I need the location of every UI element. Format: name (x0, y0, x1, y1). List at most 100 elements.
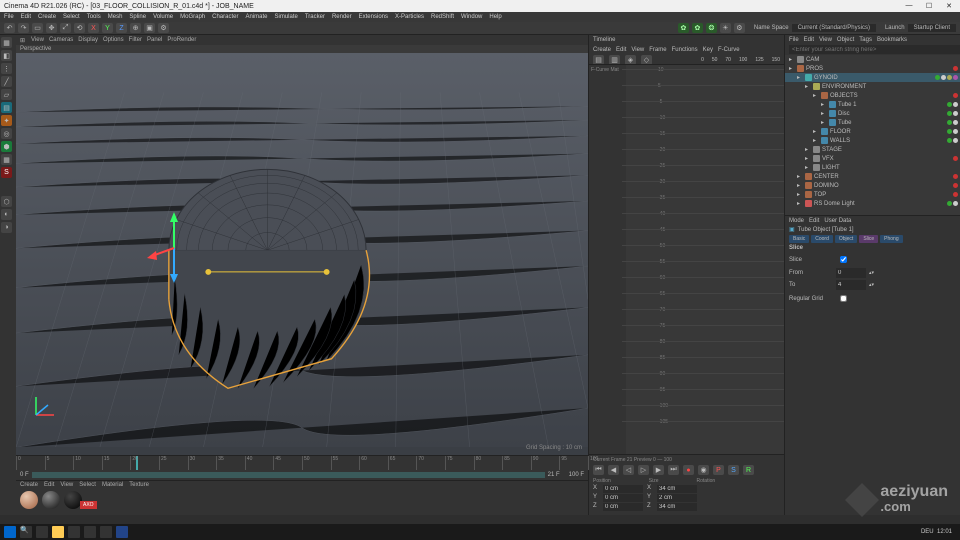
vp-nav-icon[interactable]: ⊞ (20, 37, 25, 44)
obj-row-pros[interactable]: ▸PROS (785, 64, 960, 73)
tag-dot[interactable] (953, 111, 958, 116)
expand-icon[interactable]: ▸ (805, 155, 811, 162)
matmenu-create[interactable]: Create (20, 482, 38, 488)
pos-z[interactable] (603, 503, 643, 511)
fcmenu-frame[interactable]: Frame (649, 47, 666, 53)
slice-checkbox[interactable] (840, 256, 847, 263)
viewport-canvas[interactable]: Grid Spacing : 10 cm (16, 53, 588, 455)
key-r[interactable]: R (743, 465, 754, 475)
tag-dot[interactable] (953, 93, 958, 98)
tag-dot[interactable] (947, 111, 952, 116)
tag-dot[interactable] (947, 102, 952, 107)
obj-row-domino[interactable]: ▸DOMINO (785, 181, 960, 190)
viewport-solo[interactable]: ◎ (1, 128, 12, 139)
fcmenu-functions[interactable]: Functions (672, 47, 698, 53)
obj-row-tube 1[interactable]: ▸Tube 1 (785, 100, 960, 109)
vpmenu-view[interactable]: View (31, 37, 44, 43)
scale-tool[interactable]: ⤢ (60, 23, 71, 33)
obj-row-vfx[interactable]: ▸VFX (785, 154, 960, 163)
step-fwd[interactable]: ▶ (653, 465, 664, 475)
expand-icon[interactable]: ▸ (805, 146, 811, 153)
objmenu-edit[interactable]: Edit (804, 37, 814, 43)
expand-icon[interactable]: ▸ (813, 128, 819, 135)
tag-dot[interactable] (941, 75, 946, 80)
expand-icon[interactable]: ▸ (821, 101, 827, 108)
timeline-ruler[interactable]: 0510152025303540455055606570758085909510… (16, 455, 588, 470)
minimize-button[interactable]: — (902, 2, 916, 10)
explorer-icon[interactable] (52, 526, 64, 538)
maximize-button[interactable]: ☐ (922, 2, 936, 10)
expand-icon[interactable]: ▸ (805, 83, 811, 90)
obj-row-cam[interactable]: ▸CAM (785, 55, 960, 64)
tag-dot[interactable] (953, 102, 958, 107)
tag-dot[interactable] (953, 201, 958, 206)
y-lock[interactable]: Y (102, 23, 113, 33)
edge-mode[interactable]: ╱ (1, 76, 12, 87)
menu-redshift[interactable]: RedShift (431, 14, 454, 20)
tag-dot[interactable] (953, 138, 958, 143)
menu-simulate[interactable]: Simulate (274, 14, 297, 20)
vpmenu-panel[interactable]: Panel (147, 37, 162, 43)
tag-dot[interactable] (953, 183, 958, 188)
fcurve-graph[interactable]: F-Curve Mat 105-5-10-15-20-25-30-35-40-4… (589, 64, 784, 454)
redo-button[interactable]: ↷ (18, 23, 29, 33)
objmenu-object[interactable]: Object (837, 37, 854, 43)
object-search[interactable] (789, 45, 960, 54)
obj-row-disc[interactable]: ▸Disc (785, 109, 960, 118)
tag-dot[interactable] (953, 120, 958, 125)
to-input[interactable] (836, 280, 866, 290)
menu-select[interactable]: Select (63, 14, 80, 20)
xp-icon-3[interactable]: ❂ (706, 23, 717, 33)
tag-dot[interactable] (953, 174, 958, 179)
fcmenu-f-curve[interactable]: F-Curve (718, 47, 740, 53)
s-icon[interactable]: S (1, 167, 12, 178)
expand-icon[interactable]: ▸ (813, 92, 819, 99)
obj-row-light[interactable]: ▸LIGHT (785, 163, 960, 172)
tag-dot[interactable] (947, 120, 952, 125)
from-input[interactable] (836, 268, 866, 278)
menu-mograph[interactable]: MoGraph (180, 14, 205, 20)
fcmenu-edit[interactable]: Edit (616, 47, 626, 53)
z-lock[interactable]: Z (116, 23, 127, 33)
attr-tab-basic[interactable]: Basic (789, 235, 809, 243)
expand-icon[interactable]: ▸ (797, 200, 803, 207)
c4d-icon[interactable] (116, 526, 128, 538)
goto-end[interactable]: ⏭ (668, 465, 679, 475)
pos-x[interactable] (603, 485, 643, 493)
attr-tab-phong[interactable]: Phong (880, 235, 902, 243)
app-icon-1[interactable] (84, 526, 96, 538)
coord-system[interactable]: ⊕ (130, 23, 141, 33)
rotate-tool[interactable]: ⟲ (74, 23, 85, 33)
magnet-icon[interactable]: ⬡ (1, 196, 12, 207)
axis-mode[interactable]: ✦ (1, 115, 12, 126)
expand-icon[interactable]: ▸ (797, 182, 803, 189)
menu-edit[interactable]: Edit (21, 14, 31, 20)
menu-tracker[interactable]: Tracker (305, 14, 325, 20)
snap-toggle[interactable]: ⬢ (1, 141, 12, 152)
gear-icon[interactable]: ⚙ (734, 23, 745, 33)
menu-x-particles[interactable]: X-Particles (395, 14, 424, 20)
fcmenu-create[interactable]: Create (593, 47, 611, 53)
expand-icon[interactable]: ▸ (797, 74, 803, 81)
move-tool[interactable]: ✥ (46, 23, 57, 33)
autokey[interactable]: ◉ (698, 465, 709, 475)
tag-dot[interactable] (953, 75, 958, 80)
render-settings[interactable]: ⚙ (158, 23, 169, 33)
vpmenu-filter[interactable]: Filter (129, 37, 142, 43)
tag-dot[interactable] (947, 75, 952, 80)
record-key[interactable]: ● (683, 465, 694, 475)
menu-file[interactable]: File (4, 14, 14, 20)
menu-window[interactable]: Window (461, 14, 482, 20)
vpmenu-display[interactable]: Display (78, 37, 98, 43)
play-fwd[interactable]: ▷ (638, 465, 649, 475)
object-tree[interactable]: ▸CAM▸PROS▸GYNOID▸ENVIRONMENT▸OBJECTS▸Tub… (785, 55, 960, 215)
expand-icon[interactable]: ▸ (805, 164, 811, 171)
model-mode[interactable]: ◧ (1, 50, 12, 61)
attr-tab-coord[interactable]: Coord (811, 235, 833, 243)
task-view-icon[interactable] (36, 526, 48, 538)
expand-icon[interactable]: ▸ (789, 65, 795, 72)
chrome-icon[interactable] (68, 526, 80, 538)
attr-tab-object[interactable]: Object (835, 235, 857, 243)
fcmenu-view[interactable]: View (631, 47, 644, 53)
texture-mode[interactable]: ▤ (1, 102, 12, 113)
